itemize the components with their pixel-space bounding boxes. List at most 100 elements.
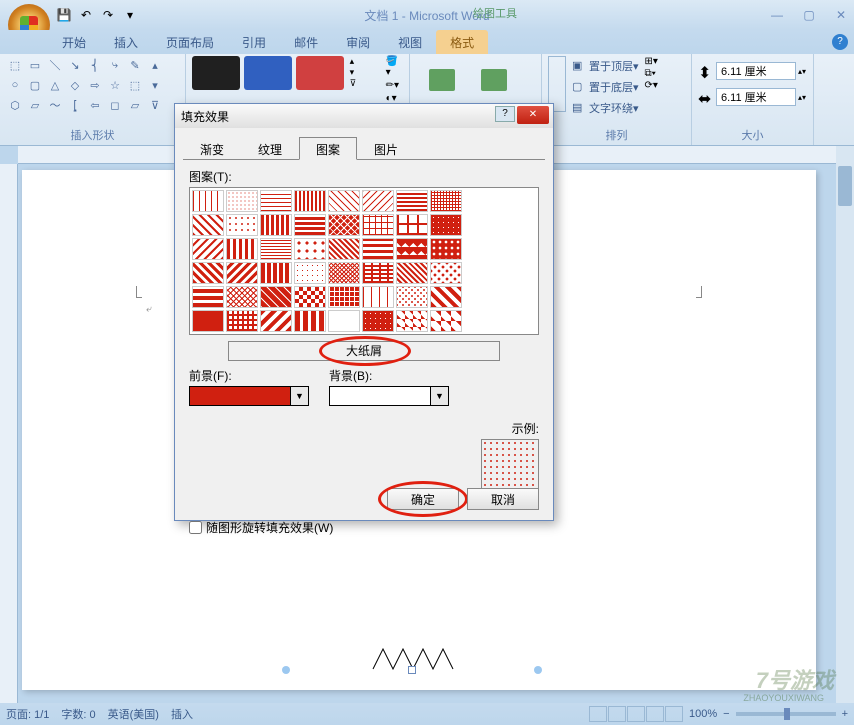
tab-home[interactable]: 开始 — [48, 30, 100, 54]
align-button[interactable]: ⊞▾ — [645, 56, 658, 67]
undo-icon[interactable]: ↶ — [76, 5, 96, 25]
pattern-swatch[interactable] — [294, 190, 326, 212]
chevron-down-icon[interactable]: ▼ — [430, 387, 448, 405]
pattern-swatch[interactable] — [226, 262, 258, 284]
pattern-swatch[interactable] — [396, 214, 428, 236]
pattern-swatch[interactable] — [192, 310, 224, 332]
pattern-swatch[interactable] — [260, 310, 292, 332]
qat-customize-icon[interactable]: ▾ — [120, 5, 140, 25]
pattern-swatch[interactable] — [362, 238, 394, 260]
stepper-icon[interactable]: ▴▾ — [798, 67, 806, 76]
tab-gradient[interactable]: 渐变 — [183, 137, 241, 160]
pattern-swatch[interactable] — [328, 190, 360, 212]
tab-picture[interactable]: 图片 — [357, 137, 415, 160]
pattern-swatch[interactable] — [430, 190, 462, 212]
shape-star-icon[interactable]: ☆ — [106, 76, 124, 94]
pattern-swatch[interactable] — [260, 262, 292, 284]
tab-texture[interactable]: 纹理 — [241, 137, 299, 160]
style-swatch-red[interactable] — [296, 56, 344, 90]
pattern-swatch[interactable] — [226, 238, 258, 260]
rotate-fill-checkbox[interactable] — [189, 521, 202, 534]
shape-rightarrow-icon[interactable]: ⇨ — [86, 76, 104, 94]
pattern-swatch[interactable] — [430, 310, 462, 332]
maximize-button[interactable]: ▢ — [800, 8, 818, 22]
pattern-swatch[interactable] — [430, 286, 462, 308]
pattern-swatch[interactable] — [226, 310, 258, 332]
shape-ellipse-icon[interactable]: ○ — [6, 76, 24, 94]
pattern-swatch[interactable] — [192, 214, 224, 236]
pattern-swatch[interactable] — [260, 214, 292, 236]
pattern-swatch[interactable] — [192, 190, 224, 212]
shape-rounded-icon[interactable]: ▢ — [26, 76, 44, 94]
dialog-title-bar[interactable]: 填充效果 ? ✕ — [175, 104, 553, 128]
close-button[interactable]: ✕ — [832, 8, 850, 22]
pattern-swatch[interactable] — [328, 310, 360, 332]
send-back-button[interactable]: ▢置于底层 ▾ — [568, 77, 643, 97]
pattern-swatch[interactable] — [260, 238, 292, 260]
ok-button[interactable]: 确定 — [387, 488, 459, 510]
shape-parallelogram-icon[interactable]: ▱ — [26, 96, 44, 114]
shape-brace-icon[interactable]: ⎨ — [86, 56, 104, 74]
shape-scroll-v-icon[interactable]: ▾ — [146, 76, 164, 94]
3d-effects-button[interactable] — [470, 56, 518, 104]
zoom-slider-thumb[interactable] — [784, 708, 790, 720]
shape-curve-icon[interactable]: 〜 — [46, 96, 64, 114]
scroll-thumb[interactable] — [838, 166, 852, 206]
shape-more2-icon[interactable]: ⊽ — [146, 96, 164, 114]
pattern-swatch[interactable] — [192, 262, 224, 284]
view-buttons[interactable] — [589, 706, 683, 722]
pattern-swatch[interactable] — [294, 310, 326, 332]
tab-insert[interactable]: 插入 — [100, 30, 152, 54]
redo-icon[interactable]: ↷ — [98, 5, 118, 25]
pattern-swatch[interactable] — [362, 286, 394, 308]
pattern-swatch[interactable] — [294, 286, 326, 308]
chevron-down-icon[interactable]: ▼ — [290, 387, 308, 405]
height-input[interactable] — [716, 62, 796, 80]
zoom-out-button[interactable]: − — [723, 708, 729, 720]
pattern-swatch[interactable] — [396, 190, 428, 212]
foreground-color-combo[interactable]: ▼ — [189, 386, 309, 406]
shapes-gallery[interactable]: ⬚ ▭ ＼ ↘ ⎨ ⤷ ✎ ▴ ○ ▢ △ ◇ ⇨ ☆ ⬚ ▾ ⬡ ▱ 〜 ⦋ — [6, 56, 164, 114]
pattern-swatch[interactable] — [396, 262, 428, 284]
shape-leftarrow-icon[interactable]: ⇦ — [86, 96, 104, 114]
shape-hexagon-icon[interactable]: ⬡ — [6, 96, 24, 114]
help-icon[interactable]: ? — [832, 34, 848, 50]
resize-handle[interactable] — [408, 666, 416, 674]
print-layout-icon[interactable] — [589, 706, 607, 722]
pattern-swatch[interactable] — [294, 262, 326, 284]
pattern-swatch[interactable] — [362, 262, 394, 284]
shape-textbox2-icon[interactable]: ⬚ — [126, 76, 144, 94]
pattern-swatch[interactable] — [396, 286, 428, 308]
pattern-swatch[interactable] — [328, 238, 360, 260]
pattern-swatch[interactable] — [260, 190, 292, 212]
shape-bracket-icon[interactable]: ⦋ — [66, 96, 84, 114]
zoom-slider[interactable] — [736, 712, 836, 716]
status-page[interactable]: 页面: 1/1 — [6, 706, 49, 722]
style-swatch-black[interactable] — [192, 56, 240, 90]
shape-diamond-icon[interactable]: ◇ — [66, 76, 84, 94]
shape-callout-icon[interactable]: ◻ — [106, 96, 124, 114]
shadow-effects-button[interactable] — [418, 56, 466, 104]
full-screen-icon[interactable] — [608, 706, 626, 722]
tab-references[interactable]: 引用 — [228, 30, 280, 54]
save-icon[interactable]: 💾 — [54, 5, 74, 25]
tab-view[interactable]: 视图 — [384, 30, 436, 54]
pattern-swatch[interactable] — [192, 286, 224, 308]
resize-handle[interactable] — [534, 666, 542, 674]
pattern-swatch[interactable] — [226, 286, 258, 308]
outline-icon[interactable] — [646, 706, 664, 722]
style-down-icon[interactable]: ▾ — [350, 67, 378, 77]
width-input[interactable] — [716, 88, 796, 106]
pattern-swatch[interactable] — [192, 238, 224, 260]
tab-format[interactable]: 格式 — [436, 30, 488, 54]
pattern-swatch[interactable] — [328, 262, 360, 284]
pattern-swatch[interactable] — [294, 238, 326, 260]
shape-triangle-icon[interactable]: △ — [46, 76, 64, 94]
shape-edit-icon[interactable]: ✎ — [126, 56, 144, 74]
status-mode[interactable]: 插入 — [171, 706, 193, 722]
shape-flow-icon[interactable]: ▱ — [126, 96, 144, 114]
pattern-swatch[interactable] — [430, 214, 462, 236]
pattern-swatch[interactable] — [430, 238, 462, 260]
status-words[interactable]: 字数: 0 — [61, 706, 95, 722]
pattern-swatch[interactable] — [294, 214, 326, 236]
